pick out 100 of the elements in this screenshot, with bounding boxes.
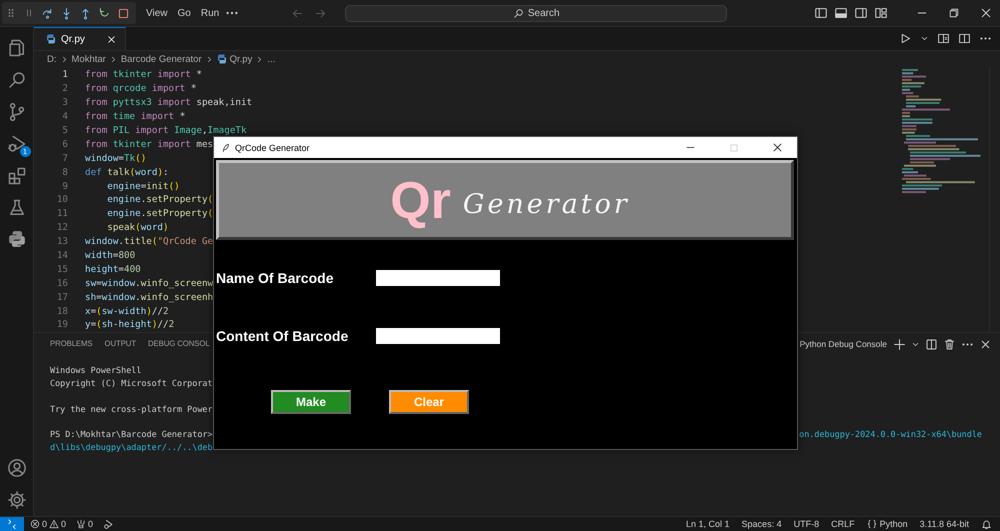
action-button[interactable]: Make [271,390,351,414]
breadcrumb-item[interactable]: Qr.py [216,54,252,64]
code-line: engine.setProperty( [106,194,214,206]
run-debug-icon[interactable] [6,134,26,154]
debug-run-icon[interactable] [103,518,114,530]
editor-tab[interactable]: Qr.py [34,27,126,50]
close-icon[interactable] [106,34,117,44]
line-number: 4 [61,111,68,122]
breadcrumb-item[interactable]: Barcode Generator [120,54,202,64]
stop-icon[interactable] [117,6,130,20]
terminal-line: Try the new cross-platform Power [50,404,213,414]
search-box[interactable]: Search [345,4,728,22]
status-item[interactable]: UTF-8 [794,519,820,529]
field-label: Name Of Barcode [216,269,334,287]
status-item[interactable]: Spaces: 4 [742,519,782,529]
toggle-secondary-sidebar-icon[interactable] [854,6,868,20]
error-icon[interactable] [30,519,40,529]
breadcrumb-item[interactable]: Mokhtar [72,54,106,64]
code-line: sh=window.winfo_screenh [85,292,214,303]
line-number: 7 [61,152,68,164]
code-line: engine=init() [106,180,180,192]
code-line: window.title("QrCode Ge [85,236,214,248]
banner-title: Qr [390,175,451,227]
menu-item[interactable]: View [142,6,172,20]
plus-icon[interactable] [893,338,906,350]
menu-item[interactable]: Go [174,6,195,20]
line-number: 2 [61,83,68,94]
line-number: 16 [56,278,68,289]
code-line: from qrcode import * [85,83,196,94]
extensions-icon[interactable] [6,166,26,186]
banner-subtitle: Generator [462,188,630,220]
toggle-panel-icon[interactable] [834,6,848,20]
open-changes-icon[interactable] [937,32,950,45]
code-line: x=(sw-width)//2 [85,306,169,317]
explorer-icon[interactable] [6,38,26,58]
status-item[interactable]: 3.11.8 64-bit [920,519,969,529]
step-over-icon[interactable] [41,6,54,20]
line-number: 8 [61,166,68,178]
code-line: height=400 [85,264,141,275]
breadcrumb-item[interactable]: D: [47,54,56,64]
line-number: 3 [61,97,68,108]
line-number: 12 [56,222,68,234]
warning-count[interactable]: 0 [61,519,66,529]
terminal-line: on.debugpy-2024.0.0-win32-x64\bundle [799,429,982,440]
split-terminal-icon[interactable] [925,338,938,350]
line-number: 6 [61,138,68,150]
trash-icon[interactable] [943,338,956,350]
chevron-down-icon[interactable] [920,34,929,43]
close-icon[interactable] [772,142,783,153]
language-mode[interactable]: Python [880,519,908,529]
terminal-name[interactable]: Python Debug Console [800,339,887,349]
code-line: from PIL import Image,ImageTk [85,125,247,136]
toggle-sidebar-icon[interactable] [814,6,828,20]
status-item[interactable]: Ln 1, Col 1 [686,519,730,529]
account-icon[interactable] [6,458,26,478]
restore-icon[interactable] [948,7,960,19]
code-line: from time import * [85,111,186,122]
terminal-line: Copyright (C) Microsoft Corporat [50,378,213,388]
line-number: 5 [61,125,68,136]
input-field[interactable] [376,270,500,286]
line-number: 1 [61,69,68,80]
line-number: 9 [61,180,68,192]
field-label: Content Of Barcode [216,327,350,345]
line-number: 15 [56,264,68,275]
search-icon[interactable] [6,70,26,90]
split-editor-icon[interactable] [958,32,971,45]
breadcrumb-item[interactable]: ... [267,54,276,64]
settings-icon[interactable] [6,490,26,510]
python-file-icon [46,34,56,44]
ports-icon[interactable] [76,519,86,529]
terminal-line: d\libs\debugpy\adapter/../..\deb [50,442,213,452]
terminal-line: PS D:\Mokhtar\Barcode Generator> [50,429,213,440]
search-icon [512,8,524,18]
code-line: speak(word) [106,222,169,234]
layout-icon[interactable] [874,6,888,20]
code-line: window=Tk() [85,152,146,164]
code-line: from tkinter import * [85,69,202,80]
error-count[interactable]: 0 [42,519,48,529]
input-field[interactable] [376,328,500,344]
braces-icon[interactable] [866,519,877,529]
code-line: sw=window.winfo_screenw [85,278,214,289]
port-count[interactable]: 0 [88,519,94,529]
close-icon[interactable] [979,338,992,350]
menu-item[interactable]: Run [196,6,224,20]
restart-icon[interactable] [98,6,111,20]
remote-icon [7,519,17,529]
line-number: 11 [56,208,68,220]
remote-button[interactable] [0,516,24,531]
status-item[interactable]: CRLF [831,519,855,529]
terminal-line: Windows PowerShell [50,365,142,376]
code-line: from tkinter import mes [85,138,214,150]
python-file-icon [216,54,227,64]
bell-icon[interactable] [981,518,992,530]
line-number: 17 [56,292,68,303]
line-number: 10 [56,194,68,206]
line-number: 13 [56,236,68,248]
run-icon[interactable] [899,32,912,45]
window-title: QrCode Generator [235,142,310,152]
snake-logo-icon[interactable] [8,230,26,248]
warning-icon[interactable] [49,519,60,529]
